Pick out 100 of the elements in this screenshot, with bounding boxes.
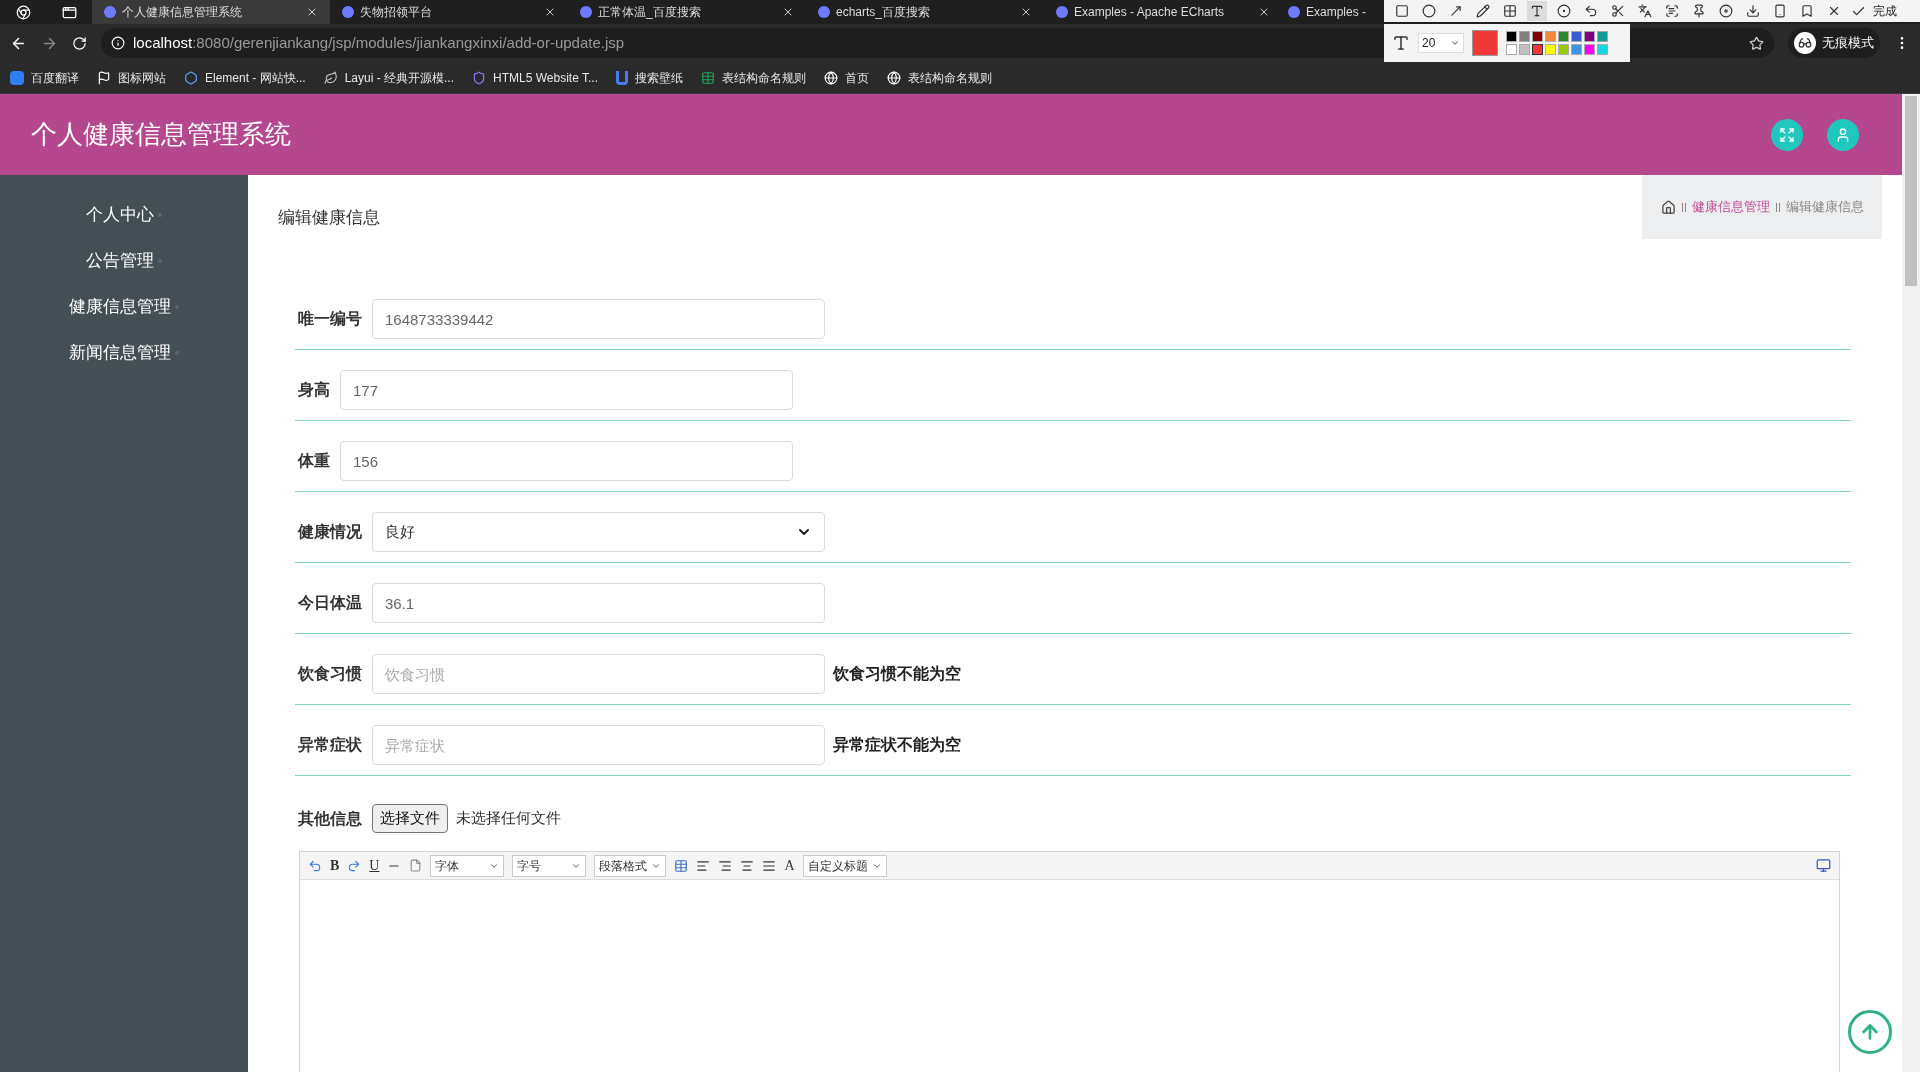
sheet-icon	[701, 70, 715, 85]
back-to-top-button[interactable]	[1848, 1010, 1892, 1054]
rich-text-editor[interactable]: B U 字体 字号 段落格式 A 自定义标题	[299, 851, 1840, 1072]
bookmark-link[interactable]: Element - 网站快...	[205, 68, 306, 87]
color-swatch[interactable]	[1571, 31, 1582, 42]
leaf-icon	[323, 70, 338, 85]
home-icon[interactable]	[1660, 199, 1676, 215]
expand-icon	[1779, 126, 1795, 143]
globe-icon	[887, 70, 901, 85]
scrollbar[interactable]	[1902, 94, 1920, 1072]
color-swatch[interactable]	[1519, 44, 1530, 55]
align-justify-icon[interactable]	[762, 858, 777, 873]
field-label: 其他信息	[298, 808, 362, 829]
color-swatch[interactable]	[1506, 44, 1517, 55]
field-label: 今日体温	[298, 593, 362, 613]
sidebar-item[interactable]: 健康信息管理	[69, 294, 171, 320]
bookmark-star-icon[interactable]	[1749, 35, 1764, 51]
file-status: 未选择任何文件	[456, 808, 561, 829]
color-swatch[interactable]	[1532, 44, 1543, 55]
toolbar-select[interactable]: 自定义标题	[802, 854, 887, 877]
browser-tab[interactable]: 个人健康信息管理系统	[92, 0, 330, 24]
text-field[interactable]: 156	[340, 441, 793, 481]
tab-favicon-icon	[342, 6, 354, 18]
bold-button[interactable]: B	[330, 855, 340, 876]
toolbar-select[interactable]: 段落格式	[594, 854, 667, 877]
toolbar-select[interactable]: 字体	[430, 854, 505, 877]
text-field[interactable]: 饮食习惯	[372, 654, 825, 694]
reload-icon[interactable]	[72, 35, 87, 51]
font-color-button[interactable]: A	[784, 855, 795, 876]
text-field[interactable]: 177	[340, 370, 793, 410]
color-swatch[interactable]	[1584, 31, 1595, 42]
close-tab-icon[interactable]	[544, 6, 556, 18]
field-label: 健康情况	[298, 522, 362, 542]
done-label[interactable]: 完成	[1873, 2, 1897, 20]
bookmark-link[interactable]: HTML5 Website T...	[493, 68, 598, 87]
bookmark-link[interactable]: Layui - 经典开源模...	[344, 68, 455, 87]
align-center-icon[interactable]	[740, 858, 755, 873]
bookmark-link[interactable]: 首页	[845, 68, 869, 87]
align-left-icon[interactable]	[696, 858, 711, 873]
underline-button[interactable]: U	[369, 855, 380, 876]
text-tool-icon[interactable]	[1527, 1, 1547, 21]
site-info-icon[interactable]	[111, 36, 125, 50]
bookmark-link[interactable]: 表结构命名规则	[908, 68, 992, 87]
field-label: 异常症状	[298, 735, 362, 755]
redo-icon[interactable]	[347, 858, 362, 873]
document-icon[interactable]	[409, 859, 423, 872]
error-message: 饮食习惯不能为空	[833, 664, 961, 684]
window-icon[interactable]	[61, 4, 77, 20]
color-swatch[interactable]	[1558, 31, 1569, 42]
text-field[interactable]: 36.1	[372, 583, 825, 623]
close-tab-icon[interactable]	[306, 6, 318, 18]
user-button[interactable]	[1827, 118, 1859, 151]
color-swatch[interactable]	[1558, 44, 1569, 55]
align-right-icon[interactable]	[718, 858, 733, 873]
bookmark-link[interactable]: 图标网站	[118, 68, 166, 87]
page-title: 编辑健康信息	[278, 207, 380, 229]
breadcrumb-link[interactable]: 健康信息管理	[1691, 197, 1770, 217]
monitor-icon[interactable]	[1816, 858, 1831, 873]
color-swatch[interactable]	[1519, 31, 1530, 42]
error-message: 异常症状不能为空	[833, 735, 961, 755]
field-label: 体重	[298, 451, 330, 471]
color-swatch[interactable]	[1597, 31, 1608, 42]
bookmark-link[interactable]: 搜索壁纸	[635, 68, 683, 87]
select-field[interactable]: 良好	[372, 512, 825, 552]
flag-icon	[97, 70, 111, 85]
close-tab-icon[interactable]	[1258, 6, 1270, 18]
table-icon[interactable]	[674, 858, 689, 873]
color-swatch[interactable]	[1597, 44, 1608, 55]
choose-file-button[interactable]: 选择文件	[372, 804, 448, 833]
color-swatch[interactable]	[1545, 31, 1556, 42]
tab-favicon-icon	[1056, 6, 1068, 18]
sidebar-item[interactable]: 个人中心	[86, 202, 154, 228]
user-icon	[1835, 126, 1851, 143]
font-size-select[interactable]: 20	[1418, 33, 1464, 53]
color-swatch[interactable]	[1584, 44, 1595, 55]
toolbar-select[interactable]: 字号	[512, 854, 587, 877]
text-field[interactable]: 异常症状	[372, 725, 825, 765]
bookmark-link[interactable]: 表结构命名规则	[722, 68, 806, 87]
sidebar-item[interactable]: 新闻信息管理	[69, 340, 171, 366]
tab-favicon-icon	[818, 6, 830, 18]
color-swatch[interactable]	[1545, 44, 1556, 55]
close-tab-icon[interactable]	[782, 6, 794, 18]
browser-icon[interactable]	[15, 4, 31, 20]
close-tab-icon[interactable]	[1020, 6, 1032, 18]
color-swatch[interactable]	[1532, 31, 1543, 42]
current-color-swatch[interactable]	[1472, 30, 1498, 56]
fullscreen-button[interactable]	[1771, 118, 1803, 151]
bookmark-logo-icon	[616, 70, 628, 85]
translate-icon	[10, 70, 24, 85]
tab-favicon-icon	[104, 6, 116, 18]
color-swatch[interactable]	[1571, 44, 1582, 55]
breadcrumb-current: 编辑健康信息	[1785, 198, 1864, 217]
text-field[interactable]: 1648733339442	[372, 299, 825, 339]
sidebar-item[interactable]: 公告管理	[86, 248, 154, 274]
profile-chip[interactable]: 无痕模式	[1788, 28, 1880, 58]
bookmark-link[interactable]: 百度翻译	[31, 68, 79, 87]
hexagon-icon	[184, 70, 198, 85]
globe-icon	[824, 70, 838, 85]
color-swatch[interactable]	[1506, 31, 1517, 42]
field-label: 身高	[298, 380, 330, 400]
